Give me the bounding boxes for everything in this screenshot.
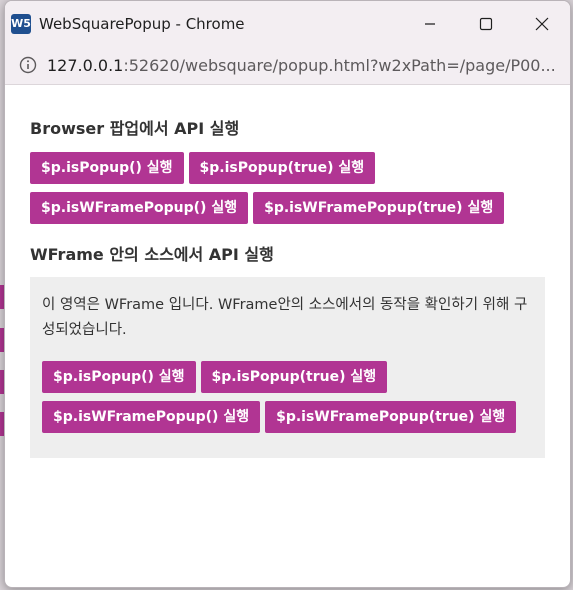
maximize-icon — [479, 17, 493, 30]
wframe-is-popup-button[interactable]: $p.isPopup() 실행 — [42, 361, 196, 393]
browser-section-title: Browser 팝업에서 API 실행 — [30, 119, 240, 138]
window-controls — [402, 1, 570, 46]
wframe-is-wframe-popup-true-button[interactable]: $p.isWFramePopup(true) 실행 — [265, 401, 517, 433]
wframe-button-row: $p.isPopup() 실행 $p.isPopup(true) 실행 — [42, 361, 533, 393]
browser-is-wframe-popup-true-button[interactable]: $p.isWFramePopup(true) 실행 — [253, 192, 505, 224]
minimize-icon — [425, 22, 435, 25]
app-icon: W5 — [11, 13, 31, 34]
browser-is-wframe-popup-button[interactable]: $p.isWFramePopup() 실행 — [30, 192, 249, 224]
popup-window: W5 WebSquarePopup - Chrome 127.0.0.1:526… — [4, 0, 571, 588]
wframe-section-title: WFrame 안의 소스에서 API 실행 — [30, 245, 274, 264]
browser-is-popup-true-button[interactable]: $p.isPopup(true) 실행 — [188, 152, 376, 184]
window-title: WebSquarePopup - Chrome — [39, 14, 245, 33]
url-path: :52620/websquare/popup.html?w2xPath=/pag… — [123, 55, 556, 75]
browser-button-row: $p.isWFramePopup() 실행 $p.isWFramePopup(t… — [30, 192, 545, 224]
url-text[interactable]: 127.0.0.1:52620/websquare/popup.html?w2x… — [47, 56, 556, 75]
wframe-is-wframe-popup-button[interactable]: $p.isWFramePopup() 실행 — [42, 401, 261, 433]
browser-is-popup-button[interactable]: $p.isPopup() 실행 — [30, 152, 184, 184]
address-bar[interactable]: 127.0.0.1:52620/websquare/popup.html?w2x… — [5, 46, 570, 85]
url-host: 127.0.0.1 — [47, 55, 124, 75]
wframe-description: 이 영역은 WFrame 입니다. WFrame안의 소스에서의 동작을 확인하… — [42, 297, 528, 338]
close-button[interactable] — [514, 1, 570, 46]
maximize-button[interactable] — [458, 1, 514, 46]
close-icon — [535, 17, 549, 30]
wframe-area: 이 영역은 WFrame 입니다. WFrame안의 소스에서의 동작을 확인하… — [30, 277, 545, 458]
popup-content: Browser 팝업에서 API 실행 $p.isPopup() 실행 $p.i… — [5, 85, 570, 458]
browser-button-row: $p.isPopup() 실행 $p.isPopup(true) 실행 — [30, 152, 545, 184]
wframe-is-popup-true-button[interactable]: $p.isPopup(true) 실행 — [200, 361, 388, 393]
title-bar[interactable]: W5 WebSquarePopup - Chrome — [5, 1, 570, 46]
site-info-icon[interactable] — [19, 56, 37, 74]
minimize-button[interactable] — [402, 1, 458, 46]
wframe-button-row: $p.isWFramePopup() 실행 $p.isWFramePopup(t… — [42, 401, 533, 433]
